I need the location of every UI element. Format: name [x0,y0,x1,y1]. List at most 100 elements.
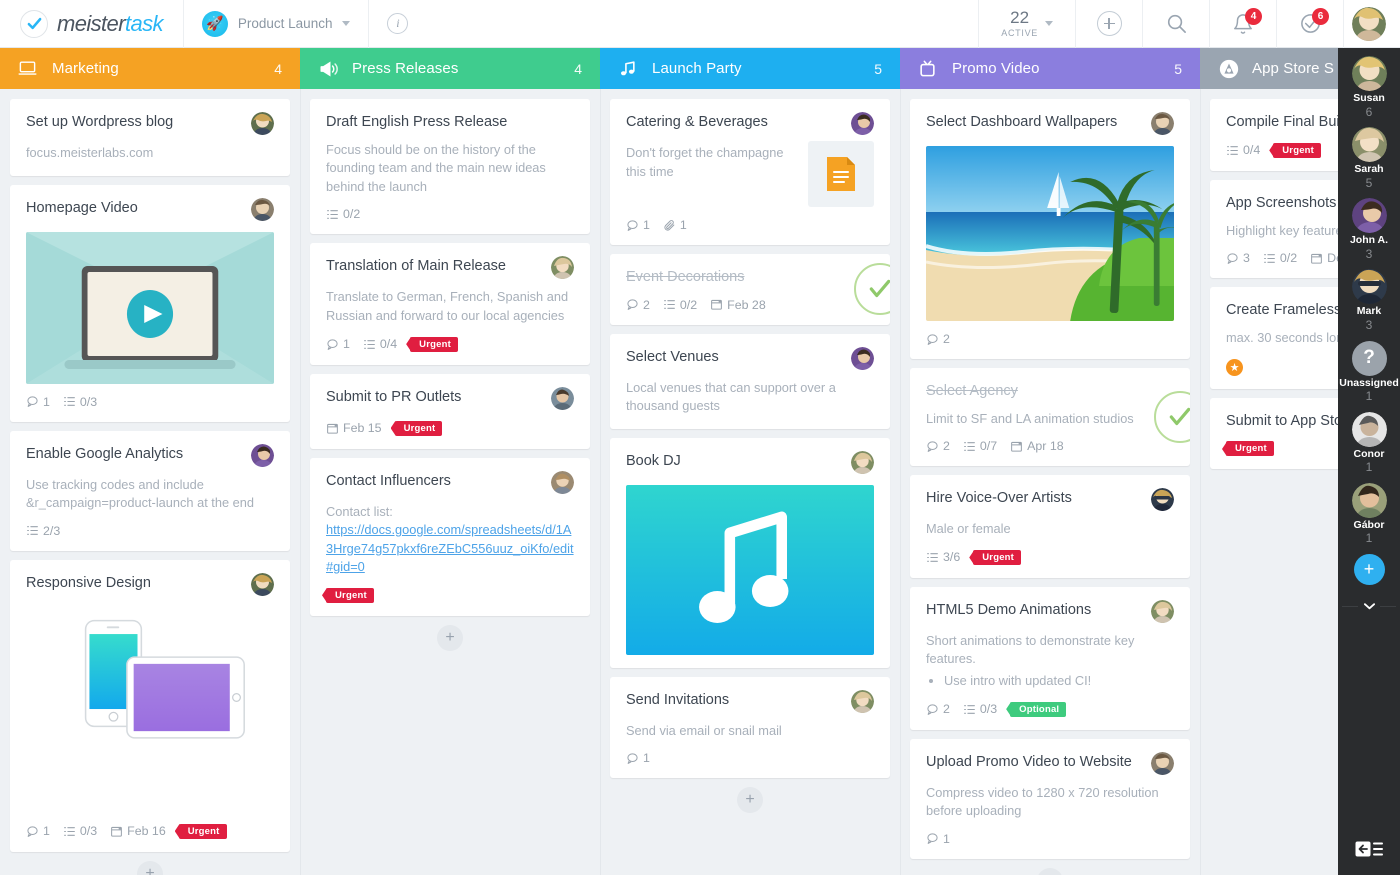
card-title: Send Invitations [626,691,730,708]
checklist-count: 2/3 [26,524,60,538]
brand-name-a: meister [57,10,126,36]
task-card[interactable]: Contact Influencers Contact list: https:… [310,457,590,616]
project-info-button[interactable]: i [369,0,426,48]
checklist-icon [963,704,975,714]
appstore-icon [1218,58,1240,80]
avatar[interactable] [851,112,874,135]
column-promo-video: Promo Video 5 Select Dashboard Wallpaper… [900,48,1200,875]
avatar[interactable] [551,256,574,280]
chevron-down-icon[interactable] [1045,21,1053,26]
column-header-marketing[interactable]: Marketing 4 [0,48,300,89]
user-avatar[interactable] [1352,6,1386,41]
attachment-preview[interactable] [808,141,874,207]
member-gabor[interactable]: Gábor 1 [1338,482,1400,547]
column-header-launch-party[interactable]: Launch Party 5 [600,48,900,89]
checklist-icon [1263,253,1275,263]
member-mark[interactable]: Mark 3 [1338,269,1400,333]
member-john-a[interactable]: John A. 3 [1338,198,1400,262]
task-card[interactable]: Book DJ [610,437,890,668]
contact-list-label: Contact list: [326,503,393,519]
task-card[interactable]: Catering & Beverages Don't forget the ch… [610,99,890,245]
avatar[interactable] [251,197,274,221]
task-card[interactable]: Submit to PR Outlets Feb 15 Urgent [310,373,590,449]
avatar[interactable] [1151,599,1174,623]
task-card[interactable]: HTML5 Demo Animations Short animations t… [910,586,1190,730]
active-tasks-indicator[interactable]: 22 ACTIVE [979,0,1075,48]
task-card[interactable]: Hire Voice-Over Artists Male or female 3… [910,475,1190,578]
avatar[interactable] [851,346,874,370]
project-selector[interactable]: 🚀 Product Launch [184,0,369,48]
task-card[interactable]: Set up Wordpress blog focus.meisterlabs.… [10,99,290,176]
checklist-count: 0/3 [963,702,997,716]
card-media-beach [926,146,1174,321]
card-title: Submit to PR Outlets [326,388,462,405]
avatar[interactable] [1151,488,1174,512]
checklist-icon [1227,146,1238,155]
add-button[interactable] [1076,0,1142,48]
notifications-button[interactable]: 4 [1210,0,1276,48]
member-unassigned[interactable]: ? Unassigned 1 [1338,340,1400,405]
task-card[interactable]: Draft English Press Release Focus should… [310,99,590,235]
task-card[interactable]: Select Dashboard Wallpapers 2 [910,99,1190,359]
task-card-done[interactable]: Event Decorations 2 0/2 Feb 28 [610,254,890,325]
calendar-icon [1011,441,1023,452]
status-badge: Urgent [1273,142,1322,158]
brand-logo[interactable]: meistertask [0,0,183,48]
chevron-down-icon[interactable] [342,21,351,26]
avatar[interactable] [851,689,874,713]
add-card-button[interactable]: + [137,860,163,875]
column-body: Draft English Press Release Focus should… [300,89,600,875]
avatar[interactable] [551,470,574,494]
task-card[interactable]: Upload Promo Video to Website Compress v… [910,738,1190,859]
task-card[interactable]: Select Venues Local venues that can supp… [610,333,890,429]
member-sarah[interactable]: Sarah 5 [1338,127,1400,191]
spreadsheet-link[interactable]: https://docs.google.com/spreadsheets/d/1… [326,522,574,574]
card-meta: Urgent [326,587,574,603]
my-tasks-button[interactable]: 6 [1277,0,1343,48]
card-title: Hire Voice-Over Artists [926,490,1072,507]
card-header: Event Decorations [626,268,874,287]
task-card[interactable]: Send Invitations Send via email or snail… [610,676,890,779]
task-card[interactable]: Homepage Video 1 0/3 [10,184,290,422]
active-label: ACTIVE [1001,28,1038,38]
card-meta: Feb 15 Urgent [326,420,574,436]
card-meta: 1 [626,751,874,765]
task-card-done[interactable]: Select Agency Limit to SF and LA animati… [910,368,1190,467]
checklist-count: 0/4 [363,337,397,351]
card-title: Contact Influencers [326,472,451,489]
column-header-promo-video[interactable]: Promo Video 5 [900,48,1200,89]
card-meta: 2/3 [26,524,274,538]
task-card[interactable]: Enable Google Analytics Use tracking cod… [10,430,290,551]
task-card[interactable]: Responsive Design 1 0/3 Feb 16 Urgent [10,559,290,852]
checklist-count: 3/6 [926,550,960,564]
due-date: Feb 28 [710,298,766,312]
avatar[interactable] [551,386,574,410]
task-card[interactable]: Translation of Main Release Translate to… [310,243,590,365]
status-badge: Urgent [1226,441,1274,457]
avatar[interactable] [1151,751,1174,775]
column-header-press-releases[interactable]: Press Releases 4 [300,48,600,89]
avatar[interactable] [851,450,874,474]
collapse-sidebar-button[interactable] [1355,839,1383,859]
chevron-down-icon[interactable] [1358,596,1380,615]
avatar[interactable] [251,572,274,596]
member-conor[interactable]: Conor 1 [1338,411,1400,476]
add-card-button[interactable]: + [437,624,463,651]
search-button[interactable] [1143,0,1209,48]
avatar[interactable] [251,443,274,467]
meta-value: 0/2 [1279,251,1298,266]
add-card-button[interactable]: + [737,787,763,814]
avatar[interactable] [1151,112,1174,135]
column-body: Select Dashboard Wallpapers 2 Select Age… [900,89,1200,875]
add-card-button[interactable]: + [1037,867,1063,875]
column-body: Catering & Beverages Don't forget the ch… [600,89,900,875]
meta-value: 1 [643,218,650,232]
meta-value: 0/2 [679,297,698,312]
plus-icon [1096,11,1122,36]
avatar[interactable] [251,112,274,135]
comment-count: 1 [626,218,650,232]
member-susan[interactable]: Susan 6 [1338,56,1400,120]
add-member-button[interactable]: + [1353,553,1385,585]
meta-value: 0/4 [379,337,398,352]
due-date: Apr 18 [1010,439,1064,453]
